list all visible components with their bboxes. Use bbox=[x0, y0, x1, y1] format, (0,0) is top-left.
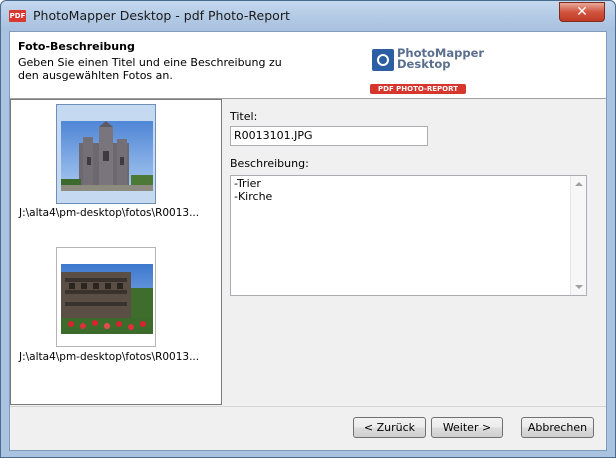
button-bar: < Zurück Weiter > Abbrechen bbox=[10, 406, 606, 450]
next-button[interactable]: Weiter > bbox=[431, 417, 503, 438]
scroll-down-icon[interactable] bbox=[575, 285, 583, 289]
close-button[interactable]: ✕ bbox=[559, 2, 605, 22]
title-label: Titel: bbox=[230, 110, 258, 123]
page-title: Foto-Beschreibung bbox=[18, 40, 135, 53]
photo-thumbnail[interactable] bbox=[56, 247, 156, 347]
scroll-up-icon[interactable] bbox=[575, 182, 583, 186]
church-photo bbox=[61, 121, 153, 191]
cancel-button[interactable]: Abbrechen bbox=[521, 417, 594, 438]
description-textarea[interactable]: -Trier -Kirche bbox=[230, 175, 587, 296]
dialog-window: PDF PhotoMapper Desktop - pdf Photo-Repo… bbox=[0, 0, 616, 458]
description-line: -Kirche bbox=[234, 190, 273, 203]
back-button[interactable]: < Zurück bbox=[353, 417, 426, 438]
wizard-header: Foto-Beschreibung Geben Sie einen Titel … bbox=[10, 32, 606, 99]
dialog-client: Foto-Beschreibung Geben Sie einen Titel … bbox=[9, 31, 607, 451]
description-scrollbar[interactable] bbox=[570, 176, 586, 295]
pdf-photo-report-badge: PDF PHOTO-REPORT bbox=[370, 84, 466, 94]
title-input[interactable]: R0013101.JPG bbox=[230, 126, 428, 146]
description-line: -Trier bbox=[234, 177, 261, 190]
description-label: Beschreibung: bbox=[230, 157, 309, 170]
roman-gate-photo bbox=[61, 264, 153, 334]
logo-text: PhotoMapper Desktop bbox=[397, 47, 484, 71]
page-description: Geben Sie einen Titel und eine Beschreib… bbox=[18, 56, 282, 82]
photo-thumbnail-selected[interactable] bbox=[56, 104, 156, 204]
pdf-app-icon: PDF bbox=[9, 10, 26, 22]
photomapper-logo: PhotoMapper Desktop PDF PHOTO-REPORT bbox=[370, 47, 484, 97]
logo-line2: Desktop bbox=[397, 57, 451, 71]
window-title: PhotoMapper Desktop - pdf Photo-Report bbox=[33, 8, 290, 23]
photo-caption-2: J:\alta4\pm-desktop\fotos\R0013... bbox=[19, 351, 200, 363]
camera-icon bbox=[372, 49, 394, 71]
description-form: Titel: R0013101.JPG Beschreibung: -Trier… bbox=[224, 99, 606, 405]
title-bar[interactable]: PDF PhotoMapper Desktop - pdf Photo-Repo… bbox=[1, 1, 615, 31]
photo-caption-1: J:\alta4\pm-desktop\fotos\R0013... bbox=[19, 207, 200, 219]
photo-list[interactable]: J:\alta4\pm-desktop\fotos\R0013... J:\al… bbox=[10, 99, 222, 405]
